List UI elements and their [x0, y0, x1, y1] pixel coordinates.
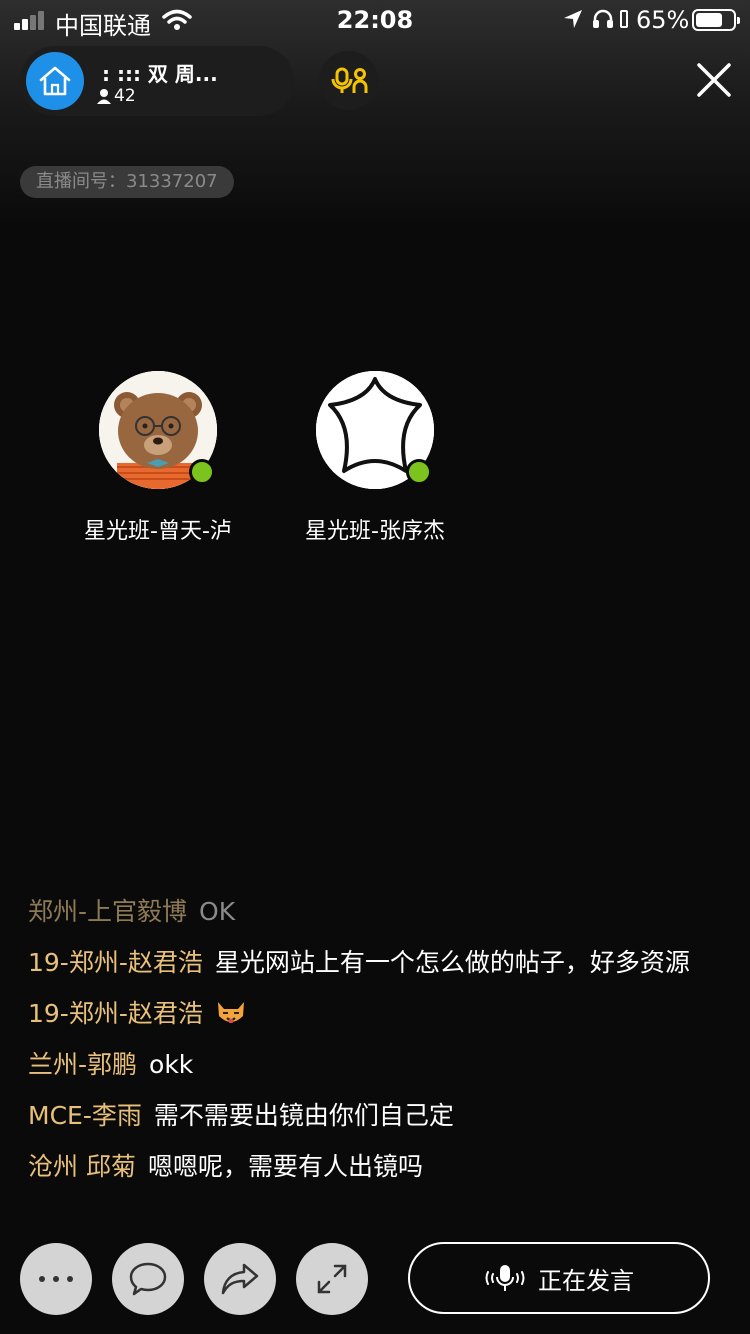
speaker-name: 星光班-曾天-泸 — [84, 519, 232, 544]
battery-percent: 65% — [636, 6, 690, 34]
chat-text: 嗯嗯呢，需要有人出镜吗 — [147, 1152, 423, 1181]
chat-message: MCE-李雨 需不需要出镜由你们自己定 — [28, 1099, 728, 1133]
mic-person-icon — [331, 67, 367, 93]
speaker-card[interactable]: 星光班-张序杰 — [275, 371, 475, 545]
mic-wave-icon — [485, 1265, 525, 1291]
chat-text: OK — [199, 897, 236, 926]
mic-queue-button[interactable] — [319, 51, 378, 110]
more-button[interactable] — [20, 1243, 92, 1315]
speaking-label: 正在发言 — [538, 1266, 634, 1295]
room-title: : ::: 双 周... — [102, 62, 218, 86]
chat-username[interactable]: 19-郑州-赵君浩 — [28, 948, 203, 977]
share-button[interactable] — [204, 1243, 276, 1315]
chat-bubble-icon — [129, 1262, 167, 1296]
avatar[interactable] — [99, 371, 217, 489]
chat-username[interactable]: 兰州-郭鹏 — [28, 1050, 137, 1079]
share-arrow-icon — [221, 1263, 259, 1295]
home-icon — [39, 66, 71, 96]
chat-message: 沧州 邱菊 嗯嗯呢，需要有人出镜吗 — [28, 1150, 728, 1184]
speaking-button[interactable]: 正在发言 — [408, 1242, 710, 1314]
chat-message: 兰州-郭鹏 okk — [28, 1048, 728, 1082]
chat-text: 需不需要出镜由你们自己定 — [153, 1101, 454, 1130]
chat-message: 郑州-上官毅博 OK — [28, 895, 728, 929]
expand-icon — [317, 1264, 347, 1294]
comment-button[interactable] — [112, 1243, 184, 1315]
speaker-card[interactable]: 星光班-曾天-泸 — [58, 371, 258, 545]
chat-username[interactable]: 郑州-上官毅博 — [28, 897, 187, 926]
chat-message: 19-郑州-赵君浩 — [28, 997, 728, 1031]
more-dots-icon — [39, 1276, 73, 1282]
battery-icon — [692, 9, 740, 31]
chat-username[interactable]: 19-郑州-赵君浩 — [28, 999, 203, 1028]
room-id-badge: 直播间号：31337207 — [20, 166, 234, 198]
fullscreen-button[interactable] — [296, 1243, 368, 1315]
chat-username[interactable]: 沧州 邱菊 — [28, 1152, 136, 1181]
location-arrow-icon — [564, 10, 582, 28]
online-status-dot — [189, 459, 215, 485]
room-info-pill[interactable]: : ::: 双 周... 42 — [20, 46, 294, 116]
chat-text: 星光网站上有一个怎么做的帖子，好多资源 — [214, 948, 690, 977]
chat-text: okk — [149, 1050, 194, 1079]
online-status-dot — [406, 459, 432, 485]
chat-username[interactable]: MCE-李雨 — [28, 1101, 142, 1130]
cat-face-emoji-icon — [217, 1002, 244, 1023]
speaker-name: 星光班-张序杰 — [305, 519, 445, 544]
status-bar: 中国联通 22:08 65% — [0, 0, 750, 40]
chat-message: 19-郑州-赵君浩 星光网站上有一个怎么做的帖子，好多资源 — [28, 946, 728, 980]
close-icon — [697, 63, 731, 97]
home-button[interactable] — [26, 52, 84, 110]
close-button[interactable] — [690, 56, 738, 104]
headphones-icon — [593, 9, 613, 28]
battery-small-icon — [620, 10, 628, 28]
person-icon — [97, 89, 111, 104]
member-count-value: 42 — [114, 86, 136, 106]
avatar[interactable] — [316, 371, 434, 489]
chat-list[interactable]: 郑州-上官毅博 OK 19-郑州-赵君浩 星光网站上有一个怎么做的帖子，好多资源 1… — [28, 895, 728, 1201]
member-count: 42 — [96, 86, 136, 106]
